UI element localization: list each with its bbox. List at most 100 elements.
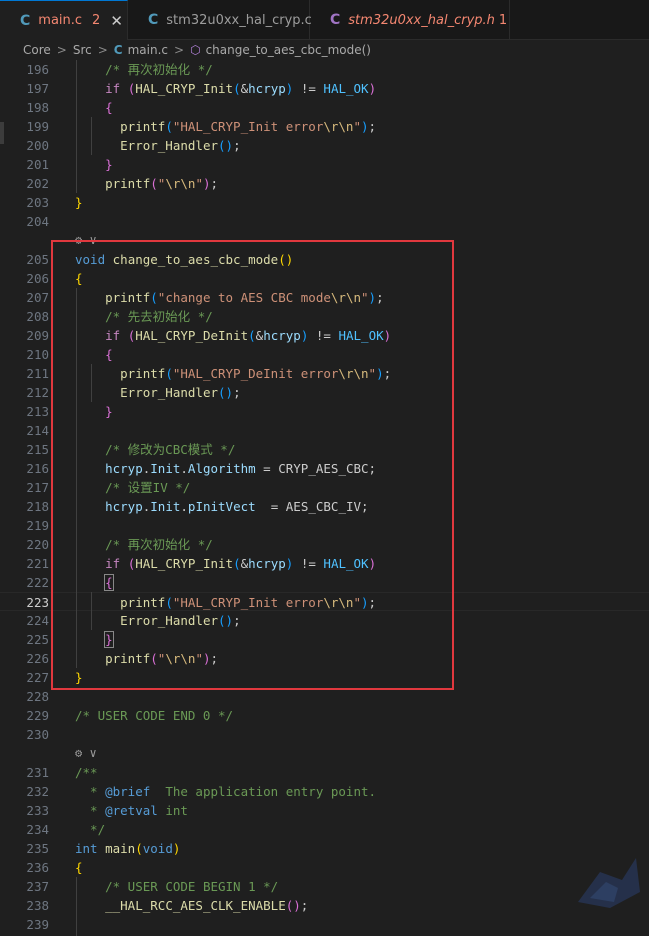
- code-line[interactable]: 239: [0, 915, 649, 934]
- chevron-right-icon: >: [97, 43, 108, 57]
- line-number: 207: [26, 290, 49, 305]
- code-line[interactable]: 234 */: [0, 820, 649, 839]
- escape-sequence: \r\n: [323, 119, 354, 134]
- code-punct: (: [165, 119, 173, 134]
- code-text: /* USER CODE BEGIN 1 */: [75, 877, 278, 896]
- code-text: {: [75, 98, 113, 117]
- line-number: 203: [26, 195, 49, 210]
- code-line[interactable]: 229 /* USER CODE END 0 */: [0, 706, 649, 725]
- tab-stm32u0xx-hal-cryp-h[interactable]: C stm32u0xx_hal_cryp.h 1: [310, 0, 510, 40]
- code-text: printf("\r\n");: [75, 174, 218, 193]
- line-number: 210: [26, 347, 49, 362]
- line-number: 218: [26, 499, 49, 514]
- code-punct: [75, 784, 83, 799]
- code-text: */: [75, 820, 105, 839]
- doc-comment: The application entry point.: [150, 784, 377, 799]
- code-punct: ;: [210, 176, 219, 191]
- code-text: /* USER CODE END 0 */: [75, 706, 233, 725]
- breadcrumb-item-file[interactable]: main.c: [128, 43, 168, 57]
- function-name: Error_Handler: [120, 138, 218, 153]
- indent-guide: [76, 60, 77, 193]
- doc-comment: /**: [75, 765, 98, 780]
- line-number: 224: [26, 613, 49, 628]
- line-number: 225: [26, 632, 49, 647]
- function-name: HAL_CRYP_Init: [135, 81, 234, 96]
- tab-main-c[interactable]: C main.c 2 ✕: [0, 0, 128, 40]
- code-comment: /* 再次初始化 */: [105, 62, 213, 77]
- code-line[interactable]: 236 {: [0, 858, 649, 877]
- code-line[interactable]: 237 /* USER CODE BEGIN 1 */: [0, 877, 649, 896]
- operator: !=: [293, 81, 324, 96]
- doc-tag: @brief: [105, 784, 151, 799]
- code-text: printf("HAL_CRYP_Init error\r\n");: [75, 117, 376, 136]
- tab-label: stm32u0xx_hal_cryp.h: [348, 12, 495, 28]
- code-punct: [98, 841, 106, 856]
- line-number: 216: [26, 461, 49, 476]
- function-name: main: [105, 841, 136, 856]
- doc-comment: *: [82, 784, 106, 799]
- code-line[interactable]: 201 }: [0, 155, 649, 174]
- line-number: 234: [26, 822, 49, 837]
- code-line[interactable]: 196 /* 再次初始化 */: [0, 60, 649, 79]
- line-number: 227: [26, 670, 49, 685]
- code-punct: (: [233, 81, 241, 96]
- line-number: 226: [26, 651, 49, 666]
- line-number: 222: [26, 575, 49, 590]
- line-number: 220: [26, 537, 49, 552]
- tab-bar: C main.c 2 ✕ C stm32u0xx_hal_cryp.c C st…: [0, 0, 649, 40]
- line-number: 232: [26, 784, 49, 799]
- code-line[interactable]: 203}: [0, 193, 649, 212]
- code-line[interactable]: 197 if (HAL_CRYP_Init(&hcryp) != HAL_OK): [0, 79, 649, 98]
- line-number: 213: [26, 404, 49, 419]
- code-line[interactable]: 230: [0, 725, 649, 744]
- code-line[interactable]: 204: [0, 212, 649, 231]
- line-number: 215: [26, 442, 49, 457]
- code-line[interactable]: 199 printf("HAL_CRYP_Init error\r\n");: [0, 117, 649, 136]
- code-text: int main(void): [75, 839, 180, 858]
- breadcrumb-item-src[interactable]: Src: [73, 43, 92, 57]
- code-punct: ;: [233, 138, 241, 153]
- line-number: 214: [26, 423, 49, 438]
- line-number: 199: [26, 119, 49, 134]
- watermark-logo-icon: [578, 858, 640, 908]
- line-number: 205: [26, 252, 49, 267]
- code-text: /**: [75, 763, 98, 782]
- indent-guide: [76, 877, 77, 936]
- code-line[interactable]: 235 int main(void): [0, 839, 649, 858]
- line-number: 236: [26, 860, 49, 875]
- code-line[interactable]: 202 printf("\r\n");: [0, 174, 649, 193]
- code-text: }: [75, 155, 113, 174]
- breadcrumb-item-symbol[interactable]: change_to_aes_cbc_mode(): [206, 43, 371, 57]
- line-number: 235: [26, 841, 49, 856]
- code-line[interactable]: 200 Error_Handler();: [0, 136, 649, 155]
- code-line[interactable]: 231 /**: [0, 763, 649, 782]
- code-punct: (): [285, 898, 301, 913]
- code-line[interactable]: 238 __HAL_RCC_AES_CLK_ENABLE();: [0, 896, 649, 915]
- codelens-indicator[interactable]: ⚙ ∨: [75, 744, 97, 763]
- line-number: 237: [26, 879, 49, 894]
- macro-constant: HAL_OK: [323, 81, 369, 96]
- close-icon[interactable]: ✕: [110, 12, 123, 30]
- macro-function: __HAL_RCC_AES_CLK_ENABLE: [105, 898, 286, 913]
- code-line[interactable]: 232 * @brief The application entry point…: [0, 782, 649, 801]
- code-punct: [75, 803, 83, 818]
- line-number: 219: [26, 518, 49, 533]
- code-line[interactable]: 233 * @retval int: [0, 801, 649, 820]
- line-number: 206: [26, 271, 49, 286]
- line-number: 198: [26, 100, 49, 115]
- breadcrumb-item-core[interactable]: Core: [23, 43, 51, 57]
- line-number: 228: [26, 689, 49, 704]
- line-number: 209: [26, 328, 49, 343]
- code-punct: (: [150, 176, 158, 191]
- tab-label: main.c: [38, 13, 83, 28]
- code-line[interactable]: 198 {: [0, 98, 649, 117]
- problem-count-badge: 2: [92, 13, 101, 28]
- tab-stm32u0xx-hal-cryp-c[interactable]: C stm32u0xx_hal_cryp.c: [128, 0, 312, 40]
- string-literal: ": [353, 119, 361, 134]
